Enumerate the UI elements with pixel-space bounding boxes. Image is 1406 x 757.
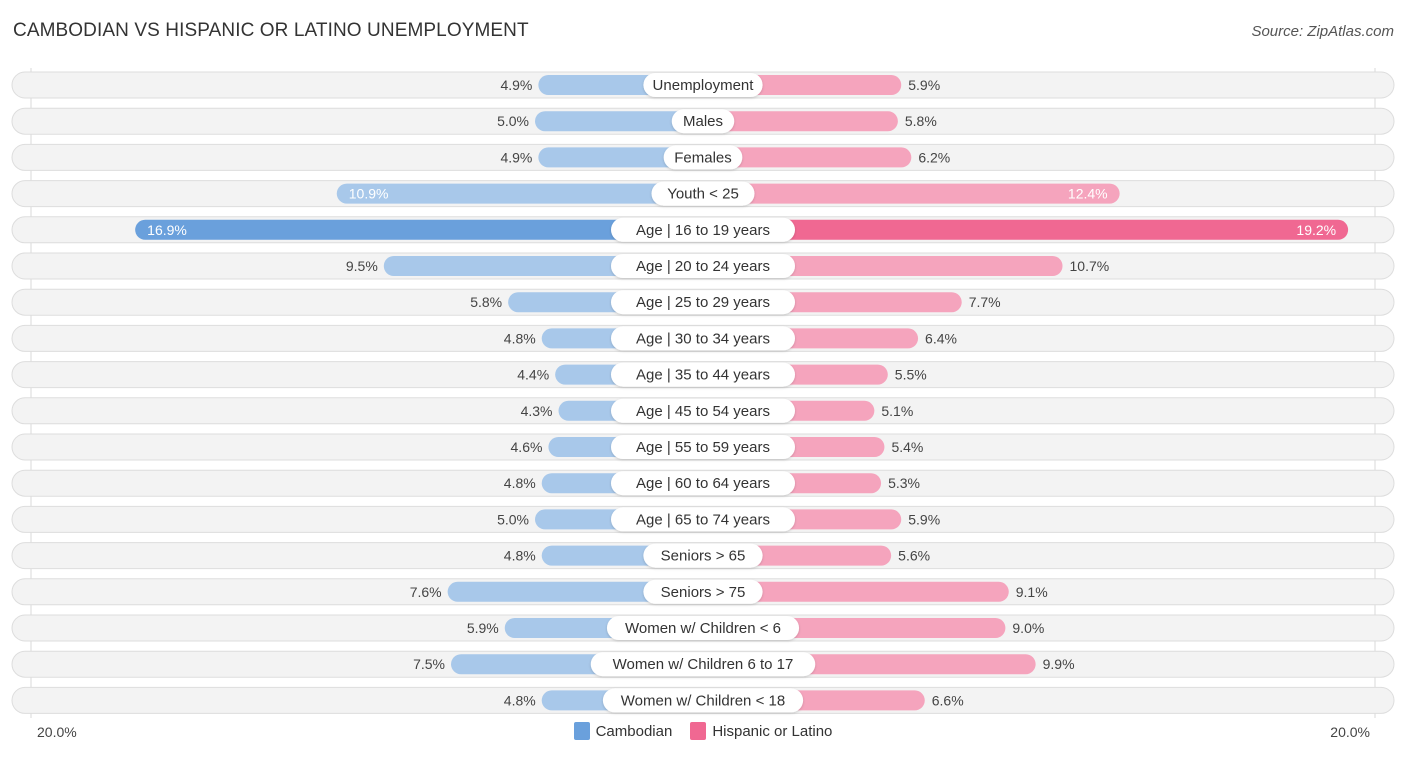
chart-row[interactable]: 16.9% 19.2% Age | 16 to 19 years <box>11 216 1395 244</box>
category-label: Age | 16 to 19 years <box>636 222 770 239</box>
legend-label-hispanic-or-latino: Hispanic or Latino <box>712 722 833 740</box>
category-label: Seniors > 75 <box>661 584 746 601</box>
category-label: Age | 35 to 44 years <box>636 367 770 384</box>
value-label-hispanic-or-latino: 7.7% <box>969 294 1001 310</box>
chart-row[interactable]: 7.6% 9.1% Seniors > 75 <box>11 578 1395 606</box>
value-label-cambodian: 4.9% <box>500 77 532 93</box>
chart-row[interactable]: 7.5% 9.9% Women w/ Children 6 to 17 <box>11 650 1395 678</box>
category-label: Seniors > 65 <box>661 548 746 565</box>
value-label-hispanic-or-latino: 5.4% <box>891 439 923 455</box>
category-label: Youth < 25 <box>667 186 739 203</box>
category-label: Females <box>674 149 732 166</box>
value-label-hispanic-or-latino: 9.1% <box>1016 584 1048 600</box>
category-label: Age | 25 to 29 years <box>636 294 770 311</box>
value-label-hispanic-or-latino: 12.4% <box>1068 186 1108 202</box>
chart-row[interactable]: 4.8% 5.6% Seniors > 65 <box>11 542 1395 570</box>
category-label: Women w/ Children 6 to 17 <box>613 656 794 673</box>
value-label-hispanic-or-latino: 5.6% <box>898 548 930 564</box>
category-label: Age | 45 to 54 years <box>636 403 770 420</box>
value-label-cambodian: 4.8% <box>504 330 536 346</box>
chart-row[interactable]: 4.8% 6.6% Women w/ Children < 18 <box>11 686 1395 714</box>
category-label: Age | 60 to 64 years <box>636 475 770 492</box>
value-label-cambodian: 7.6% <box>410 584 442 600</box>
value-label-hispanic-or-latino: 6.4% <box>925 330 957 346</box>
chart-row[interactable]: 9.5% 10.7% Age | 20 to 24 years <box>11 252 1395 280</box>
value-label-cambodian: 4.4% <box>517 367 549 383</box>
value-label-hispanic-or-latino: 5.9% <box>908 77 940 93</box>
bar-hispanic-or-latino <box>703 219 1349 240</box>
legend-item-cambodian[interactable]: Cambodian <box>573 722 673 740</box>
value-label-hispanic-or-latino: 9.9% <box>1043 656 1075 672</box>
value-label-hispanic-or-latino: 5.1% <box>881 403 913 419</box>
category-label: Age | 20 to 24 years <box>636 258 770 275</box>
chart-row[interactable]: 4.9% 5.9% Unemployment <box>11 71 1395 99</box>
value-label-hispanic-or-latino: 5.3% <box>888 475 920 491</box>
value-label-hispanic-or-latino: 5.5% <box>895 367 927 383</box>
diverging-bar-chart: 4.9% 5.9% Unemployment 5.0% 5.8% Males 4.9% 6.2… <box>11 68 1395 718</box>
category-label: Age | 55 to 59 years <box>636 439 770 456</box>
category-label: Males <box>683 113 723 130</box>
chart-row[interactable]: 5.0% 5.8% Males <box>11 107 1395 135</box>
value-label-hispanic-or-latino: 5.9% <box>908 511 940 527</box>
category-label: Women w/ Children < 6 <box>625 620 781 637</box>
chart-row[interactable]: 5.9% 9.0% Women w/ Children < 6 <box>11 614 1395 642</box>
chart-row[interactable]: 4.3% 5.1% Age | 45 to 54 years <box>11 397 1395 425</box>
value-label-cambodian: 5.8% <box>470 294 502 310</box>
chart-row[interactable]: 4.4% 5.5% Age | 35 to 44 years <box>11 361 1395 389</box>
chart-row[interactable]: 4.6% 5.4% Age | 55 to 59 years <box>11 433 1395 461</box>
value-label-cambodian: 10.9% <box>349 186 389 202</box>
category-label: Women w/ Children < 18 <box>621 692 785 709</box>
value-label-cambodian: 5.0% <box>497 511 529 527</box>
value-label-hispanic-or-latino: 10.7% <box>1070 258 1110 274</box>
value-label-cambodian: 4.8% <box>504 475 536 491</box>
value-label-hispanic-or-latino: 6.6% <box>932 692 964 708</box>
value-label-cambodian: 4.8% <box>504 548 536 564</box>
value-label-cambodian: 9.5% <box>346 258 378 274</box>
value-label-cambodian: 7.5% <box>413 656 445 672</box>
category-label: Age | 65 to 74 years <box>636 511 770 528</box>
legend: Cambodian Hispanic or Latino <box>0 722 1406 740</box>
chart-row[interactable]: 5.8% 7.7% Age | 25 to 29 years <box>11 288 1395 316</box>
value-label-cambodian: 5.9% <box>467 620 499 636</box>
chart-row[interactable]: 5.0% 5.9% Age | 65 to 74 years <box>11 505 1395 533</box>
value-label-cambodian: 16.9% <box>147 222 187 238</box>
value-label-hispanic-or-latino: 9.0% <box>1012 620 1044 636</box>
value-label-cambodian: 4.8% <box>504 692 536 708</box>
category-label: Unemployment <box>653 77 755 94</box>
legend-label-cambodian: Cambodian <box>595 722 673 740</box>
category-label: Age | 30 to 34 years <box>636 330 770 347</box>
value-label-cambodian: 4.6% <box>511 439 543 455</box>
value-label-cambodian: 5.0% <box>497 113 529 129</box>
chart-row[interactable]: 4.8% 5.3% Age | 60 to 64 years <box>11 469 1395 497</box>
bar-hispanic-or-latino <box>703 183 1120 204</box>
value-label-hispanic-or-latino: 6.2% <box>918 149 950 165</box>
value-label-hispanic-or-latino: 5.8% <box>905 113 937 129</box>
chart-row[interactable]: 10.9% 12.4% Youth < 25 <box>11 180 1395 208</box>
value-label-cambodian: 4.3% <box>521 403 553 419</box>
value-label-hispanic-or-latino: 19.2% <box>1296 222 1336 238</box>
chart-row[interactable]: 4.9% 6.2% Females <box>11 143 1395 171</box>
legend-swatch-cambodian <box>573 722 590 740</box>
value-label-cambodian: 4.9% <box>500 149 532 165</box>
legend-item-hispanic-or-latino[interactable]: Hispanic or Latino <box>690 722 832 740</box>
legend-swatch-hispanic-or-latino <box>690 722 707 740</box>
chart-row[interactable]: 4.8% 6.4% Age | 30 to 34 years <box>11 324 1395 352</box>
bar-cambodian <box>336 183 703 204</box>
